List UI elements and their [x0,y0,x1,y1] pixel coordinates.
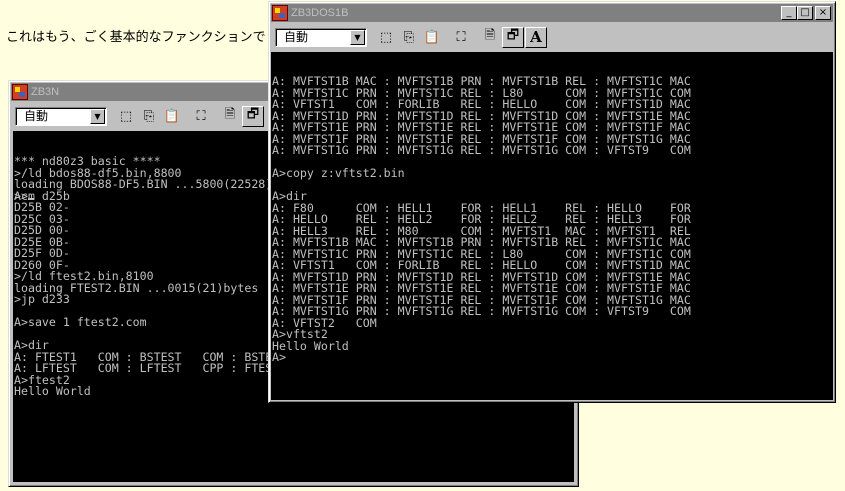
zb3dos-window[interactable]: ZB3DOS1B _ □ × 自動 ▼ ⬚ ⎘ 📋 ⛶ 🗎 🗗 A A: MVF… [268,1,836,403]
window-controls: _ □ × [781,6,831,20]
properties-icon[interactable]: 🗎 [479,27,501,48]
dropdown-arrow-icon[interactable]: ▼ [90,108,105,124]
page-background-text: これはもう、ごく基本的なファンクションで [6,30,266,45]
paste-icon[interactable]: 📋 [421,27,443,48]
combo-value: 自動 [24,108,49,123]
console-line: A: VFTST2 COM [272,315,377,330]
console-line: A: MVFTST1G PRN : MVFTST1G REL : MVFTST1… [272,143,691,157]
console-line: A>vftst2 [272,327,328,341]
console-line: A>copy z:vftst2.bin [272,166,405,180]
zb3dos-titlebar[interactable]: ZB3DOS1B _ □ × [271,4,833,22]
font-button[interactable]: A [525,26,547,48]
dropdown-arrow-icon[interactable]: ▼ [350,29,365,45]
maximize-button[interactable]: □ [797,6,813,20]
font-size-combo[interactable]: 自動 ▼ [275,27,367,47]
prompt: A> [14,188,28,203]
close-button[interactable]: × [815,6,831,20]
console-line: A> [272,350,286,364]
background-icon[interactable]: 🗗 [242,105,264,127]
zb3dos-toolbar: 自動 ▼ ⬚ ⎘ 📋 ⛶ 🗎 🗗 A [271,24,833,50]
copy-icon[interactable]: ⎘ [398,27,420,48]
window-title: ZB3N [31,86,60,98]
window-title: ZB3DOS1B [291,7,349,19]
app-icon[interactable] [272,5,288,21]
fullscreen-icon[interactable]: ⛶ [190,106,212,127]
copy-icon[interactable]: ⎘ [138,106,160,127]
console-line: Hello World [272,338,349,353]
background-icon[interactable]: 🗗 [502,26,524,48]
font-size-combo[interactable]: 自動 ▼ [15,106,107,126]
text-cursor [27,197,34,200]
properties-icon[interactable]: 🗎 [219,106,241,127]
console-output: A: MVFTST1B MAC : MVFTST1B PRN : MVFTST1… [272,75,833,362]
paste-icon[interactable]: 📋 [161,106,183,127]
combo-value: 自動 [284,29,309,44]
zb3dos-console[interactable]: A: MVFTST1B MAC : MVFTST1B PRN : MVFTST1… [271,52,833,400]
app-icon[interactable] [12,84,28,100]
mark-icon[interactable]: ⬚ [375,27,397,48]
mark-icon[interactable]: ⬚ [115,106,137,127]
fullscreen-icon[interactable]: ⛶ [450,27,472,48]
minimize-button[interactable]: _ [781,6,797,20]
